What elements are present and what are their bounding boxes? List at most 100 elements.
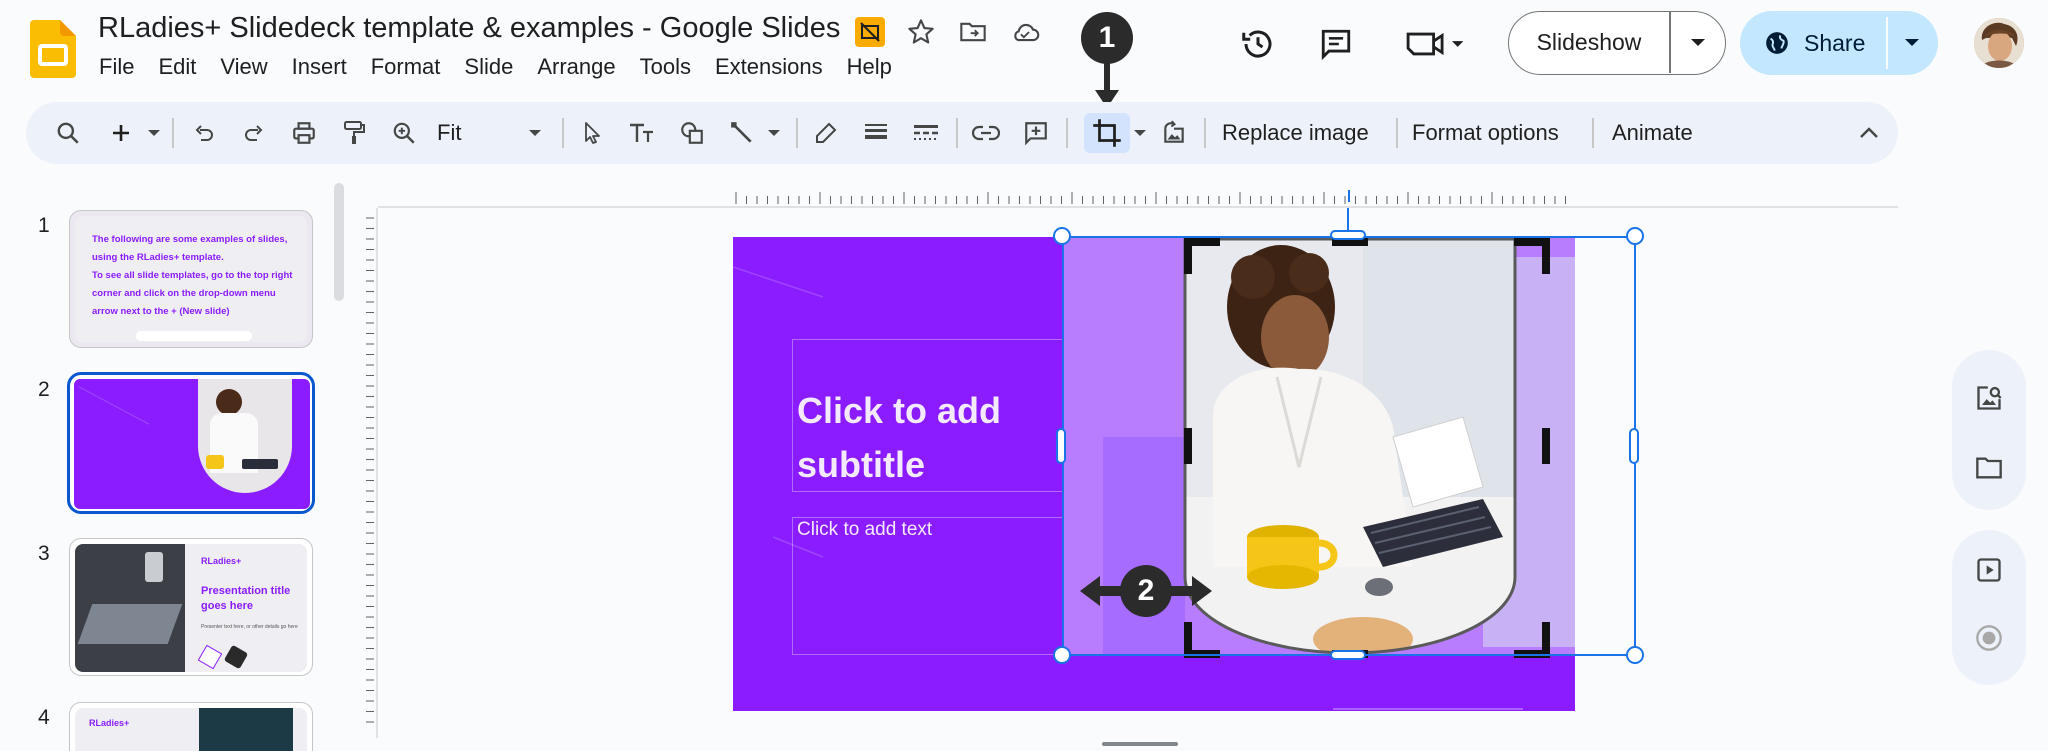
toolbar: Fit Replace image Format options Animate (26, 102, 1898, 164)
document-title[interactable]: RLadies+ Slidedeck template & examples -… (98, 12, 840, 45)
subtitle-placeholder-text[interactable]: Click to add subtitle (797, 384, 1037, 492)
resize-handle-right[interactable] (1629, 428, 1639, 464)
insert-comment-icon[interactable] (1018, 113, 1054, 153)
select-cursor-icon[interactable] (574, 113, 610, 153)
reset-image-icon[interactable] (1156, 113, 1192, 153)
slide-number: 2 (38, 378, 50, 401)
slide-number: 1 (38, 214, 50, 237)
record-icon[interactable] (1971, 620, 2007, 656)
format-options-button[interactable]: Format options (1412, 102, 1559, 164)
thumb-brand: RLadies+ (201, 556, 242, 566)
insert-link-icon[interactable] (968, 113, 1004, 153)
toolbar-divider (172, 118, 174, 148)
menu-bar: File Edit View Insert Format Slide Arran… (99, 54, 916, 80)
user-avatar[interactable] (1974, 18, 2024, 68)
crop-dropdown-chevron-icon[interactable] (1130, 113, 1150, 153)
thumb-photo (198, 379, 292, 493)
resize-handle-top-left[interactable] (1053, 227, 1071, 245)
animate-button[interactable]: Animate (1612, 102, 1693, 164)
resize-handle-bottom-right[interactable] (1626, 646, 1644, 664)
border-dash-icon[interactable] (908, 113, 944, 153)
search-menus-icon[interactable] (48, 113, 88, 153)
menu-file[interactable]: File (99, 54, 146, 80)
menu-help[interactable]: Help (847, 54, 904, 80)
thumb-mini-toolbar (136, 331, 252, 341)
thumb-text-line: The following are some examples of slide… (92, 234, 288, 245)
version-history-icon[interactable] (1236, 22, 1280, 66)
print-icon[interactable] (286, 113, 322, 153)
toolbar-divider (1066, 118, 1068, 148)
horizontal-ruler[interactable] (378, 190, 1898, 208)
menu-edit[interactable]: Edit (158, 54, 208, 80)
side-panel-top (1952, 350, 2026, 510)
redo-icon[interactable] (236, 113, 272, 153)
replace-image-button[interactable]: Replace image (1222, 102, 1369, 164)
undo-icon[interactable] (186, 113, 222, 153)
filmstrip-scrollbar[interactable] (334, 183, 344, 301)
text-box-icon[interactable] (624, 113, 660, 153)
shape-icon[interactable] (674, 113, 710, 153)
toolbar-divider (1204, 118, 1206, 148)
share-button-group: Share (1740, 11, 1938, 75)
slide-thumbnail-3[interactable]: RLadies+ Presentation title goes here Pr… (69, 538, 313, 676)
line-icon[interactable] (724, 113, 760, 153)
slide-thumbnail-2[interactable] (67, 372, 315, 514)
rotate-handle-stem[interactable] (1347, 208, 1349, 232)
move-folder-icon[interactable] (957, 16, 989, 48)
body-placeholder-text[interactable]: Click to add text (797, 519, 932, 541)
share-button[interactable]: Share (1804, 11, 1865, 75)
toolbar-divider (1396, 118, 1398, 148)
thumb-text-line: arrow next to the + (New slide) (92, 306, 230, 317)
share-options-dropdown[interactable] (1888, 11, 1936, 75)
resize-handle-bottom[interactable] (1330, 650, 1366, 660)
menu-insert[interactable]: Insert (292, 54, 359, 80)
thumb-text-line: corner and click on the drop-down menu (92, 288, 276, 299)
menu-slide[interactable]: Slide (464, 54, 525, 80)
slide-thumbnail-1[interactable]: The following are some examples of slide… (69, 210, 313, 348)
toolbar-divider (796, 118, 798, 148)
menu-view[interactable]: View (220, 54, 279, 80)
menu-extensions[interactable]: Extensions (715, 54, 835, 80)
thumb-brand: RLadies+ (89, 718, 130, 728)
slideshow-button[interactable]: Slideshow (1509, 12, 1669, 73)
toolbar-divider (956, 118, 958, 148)
meet-video-icon[interactable] (1400, 22, 1470, 66)
zoom-dropdown-chevron-icon[interactable] (522, 113, 548, 153)
menu-format[interactable]: Format (371, 54, 453, 80)
crop-image-button[interactable] (1084, 113, 1130, 153)
resize-handle-top-right[interactable] (1626, 227, 1644, 245)
collapse-toolbar-chevron-up-icon[interactable] (1854, 113, 1884, 153)
new-slide-plus-icon[interactable] (106, 113, 136, 153)
border-weight-icon[interactable] (858, 113, 894, 153)
border-color-pen-icon[interactable] (808, 113, 844, 153)
slideshow-options-dropdown[interactable] (1671, 12, 1725, 73)
title-icons (855, 14, 1041, 50)
resize-handle-bottom-left[interactable] (1053, 646, 1071, 664)
comments-icon[interactable] (1314, 22, 1358, 66)
zoom-select[interactable]: Fit (437, 102, 461, 164)
zoom-icon[interactable] (386, 113, 422, 153)
menu-arrange[interactable]: Arrange (537, 54, 627, 80)
speaker-notes-drag-handle[interactable] (1102, 742, 1178, 746)
crop-icon (1093, 119, 1121, 147)
no-sync-badge-icon[interactable] (855, 17, 885, 47)
line-dropdown-chevron-icon[interactable] (764, 113, 784, 153)
new-slide-layout-dropdown[interactable] (144, 113, 164, 153)
thumb-title: Presentation title goes here (201, 585, 291, 612)
menu-tools[interactable]: Tools (640, 54, 703, 80)
youtube-video-icon[interactable] (1971, 552, 2007, 588)
slide-thumbnail-4[interactable]: RLadies+ (69, 702, 313, 751)
google-slides-logo[interactable] (30, 20, 76, 78)
vertical-ruler[interactable] (360, 208, 378, 738)
cloud-saved-icon[interactable] (1009, 16, 1041, 48)
image-search-icon[interactable] (1971, 380, 2007, 416)
chevron-down-icon (1691, 38, 1705, 46)
folder-icon[interactable] (1971, 450, 2007, 486)
slide-number: 4 (38, 706, 50, 729)
slideshow-button-group: Slideshow (1508, 11, 1726, 75)
star-icon[interactable] (905, 16, 937, 48)
thumb-subtitle: Presenter text here, or other details go… (201, 624, 298, 630)
resize-handle-left[interactable] (1056, 428, 1066, 464)
paint-format-icon[interactable] (336, 113, 372, 153)
thumb-photo (75, 544, 185, 672)
